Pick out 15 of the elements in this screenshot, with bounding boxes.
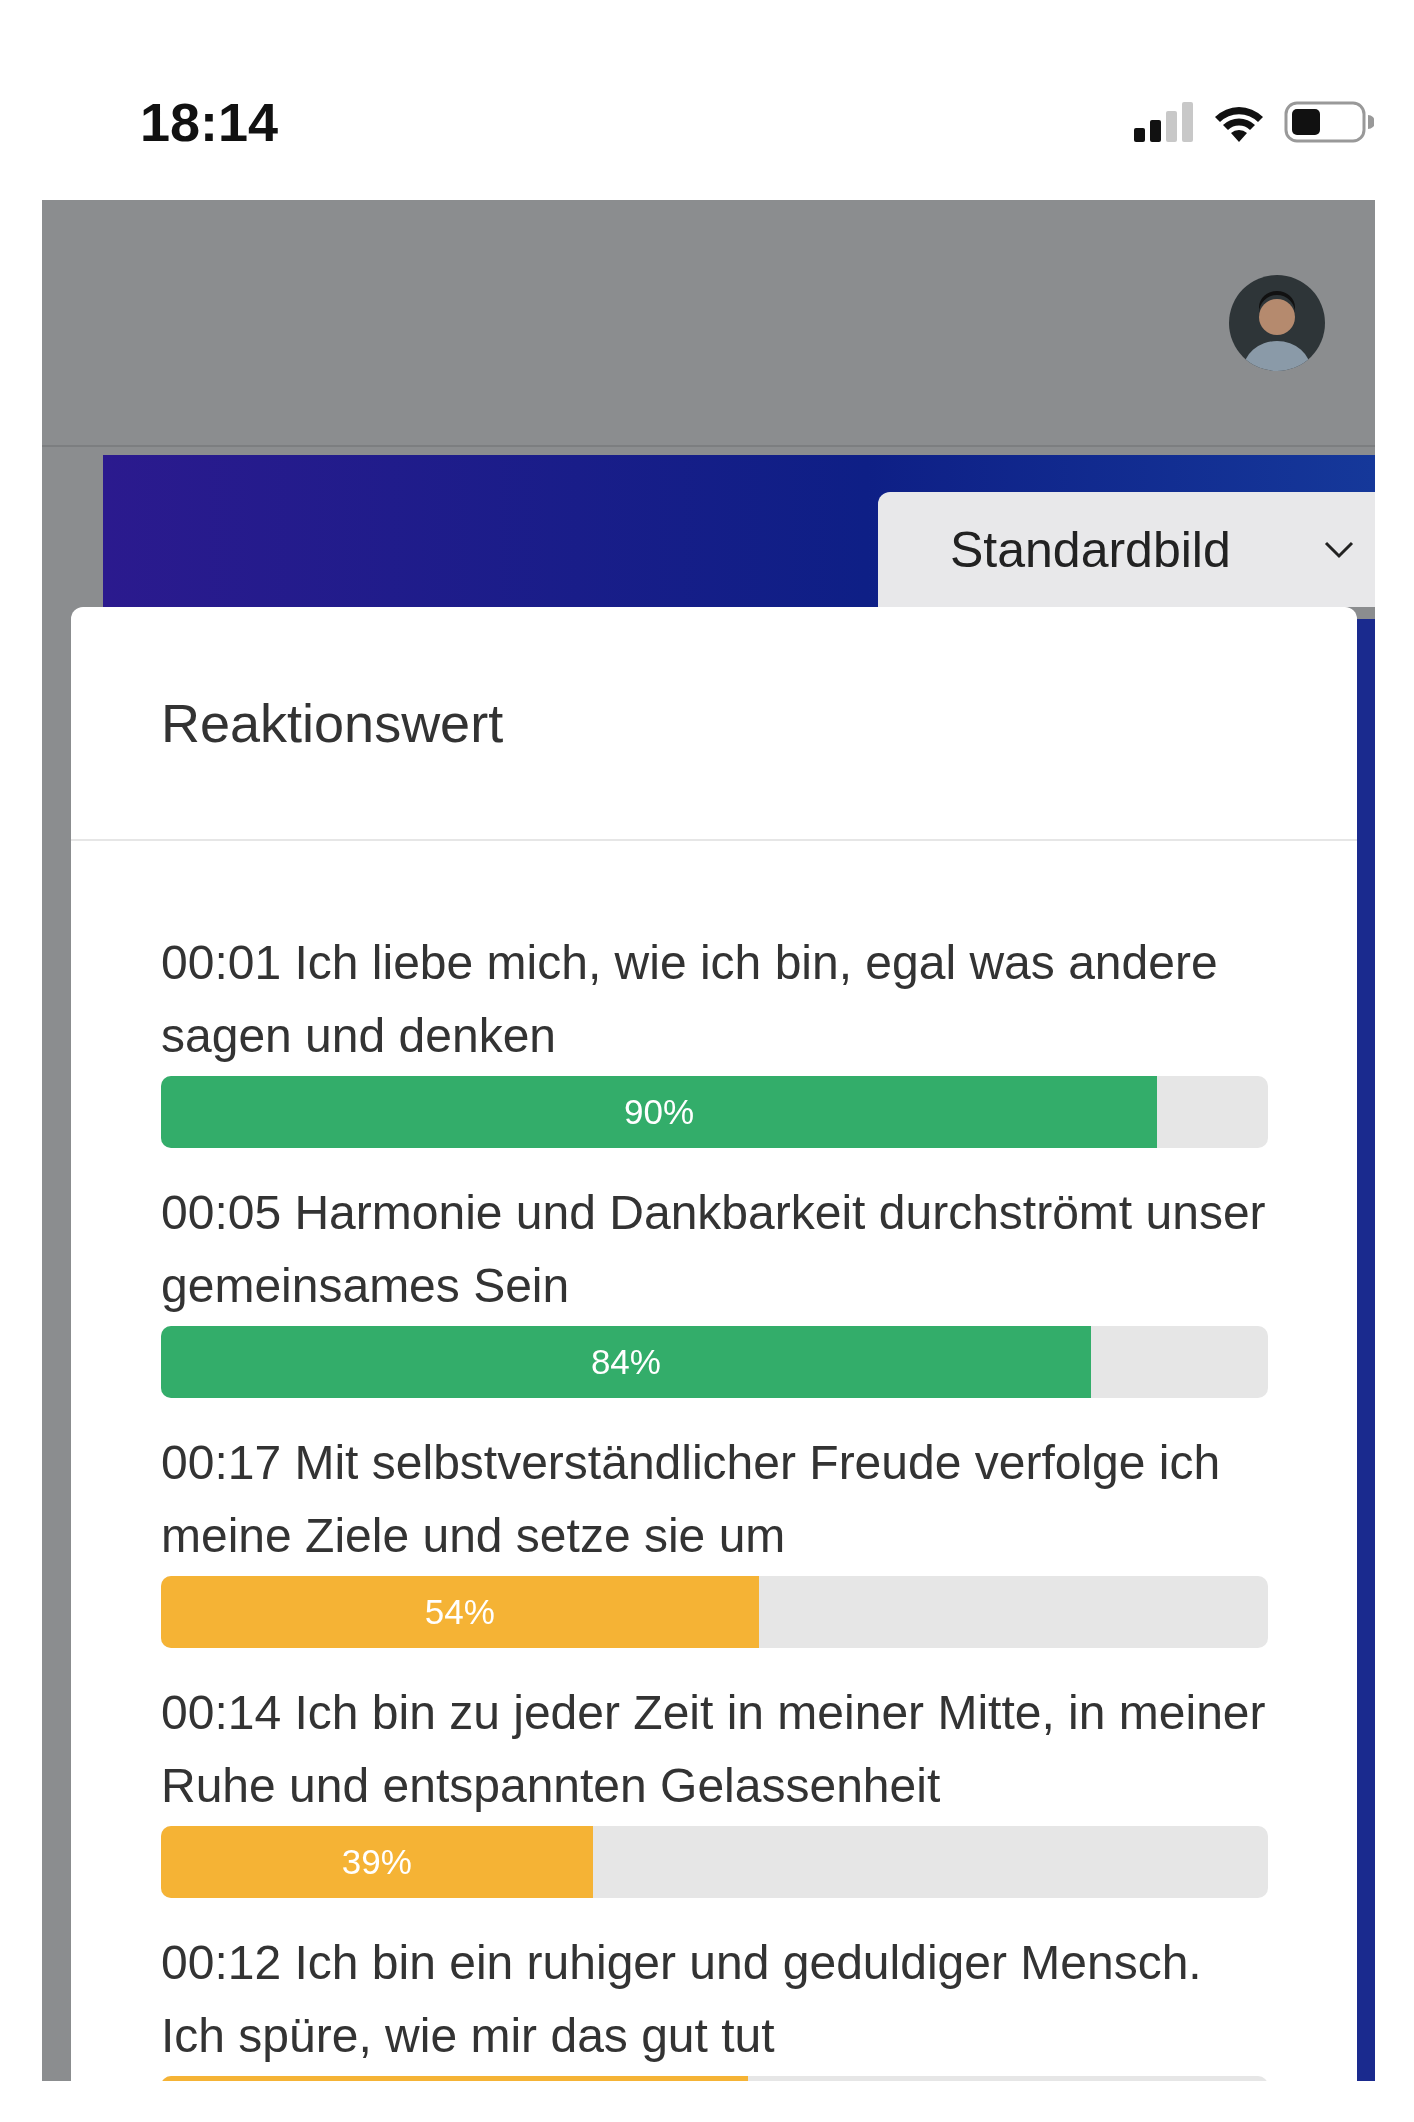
affirmation-text: 00:12 Ich bin ein ruhiger und geduldiger Mensch. Ich spüre, wie mir das gut tut [161,1935,1203,2064]
affirmation-text: 00:17 Mit selbstverständlicher Freude verfolge ich meine Ziele und setze sie um [161,1435,1222,1564]
affirmation-text: 00:01 Ich liebe mich, wie ich bin, egal was andere sagen und denken [161,935,1219,1064]
signal-icon [1134,102,1194,142]
percent-label: 90% [624,1092,695,1132]
battery-icon [1284,101,1374,143]
status-time: 18:14 [140,91,279,153]
percent-label: 39% [341,1842,412,1882]
percent-label: 54% [424,1592,495,1632]
chevron-icon [1323,539,1355,560]
card-title: Reaktionswert [161,692,504,754]
affirmation-text: 00:14 Ich bin zu jeder Zeit in meiner Mitte, in meiner Ruhe und entspannten Gelassenheit [161,1685,1267,1814]
percent-label: 84% [590,1342,661,1382]
image-dropdown[interactable]: Standardbild [878,492,1375,607]
affirmation-text: 00:05 Harmonie und Dankbarkeit durchströmt unser gemeinsames Sein [161,1185,1267,1314]
